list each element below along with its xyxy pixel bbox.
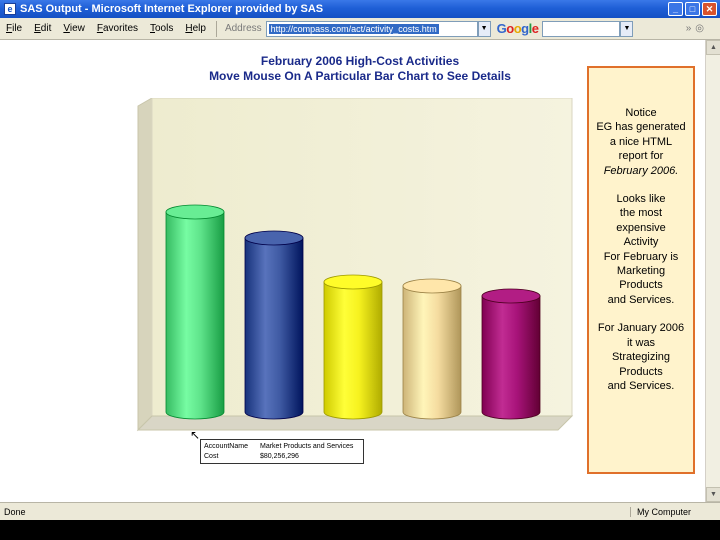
menu-help[interactable]: Help (179, 23, 212, 34)
tooltip-row: Cost $80,256,296 (204, 453, 299, 460)
menu-view[interactable]: View (57, 23, 91, 34)
bar-body (165, 211, 225, 420)
menu-bar: File Edit View Favorites Tools Help Addr… (0, 18, 720, 40)
bar-top (402, 278, 462, 294)
note-paragraph-2: Looks like the most expensive Activity F… (603, 193, 679, 306)
page-content: February 2006 High-Cost Activities Move … (0, 40, 705, 502)
menu-favorites[interactable]: Favorites (91, 23, 144, 34)
bar-3[interactable] (323, 274, 383, 420)
scroll-down-icon[interactable]: ▼ (706, 487, 720, 502)
menu-tools[interactable]: Tools (144, 23, 179, 34)
bar-body (323, 281, 383, 420)
google-logo[interactable]: Google (497, 21, 539, 36)
note-paragraph-1: Notice EG has generated a nice HTML repo… (596, 107, 686, 177)
vertical-scrollbar[interactable]: ▲ ▼ (705, 40, 720, 502)
status-bar: Done My Computer (0, 502, 720, 520)
bar-2[interactable] (244, 230, 304, 420)
bar-body (402, 285, 462, 420)
address-label: Address (224, 23, 262, 34)
chart-left-wall (137, 98, 153, 432)
minimize-button[interactable]: _ (668, 2, 683, 16)
go-icon[interactable]: » (686, 23, 692, 34)
ie-app-icon: e (4, 3, 16, 15)
search-input[interactable] (542, 20, 621, 37)
chart-title: February 2006 High-Cost Activities (260, 54, 460, 68)
bar-top (481, 288, 541, 304)
bar-body (244, 237, 304, 420)
address-field[interactable]: http://compass.com/act/activity_costs.ht… (265, 20, 478, 37)
bar-top (244, 230, 304, 246)
address-url[interactable]: http://compass.com/act/activity_costs.ht… (268, 23, 439, 34)
close-button[interactable]: ✕ (702, 2, 717, 16)
address-dropdown-icon[interactable]: ▼ (477, 20, 491, 37)
status-text: Done (4, 506, 26, 517)
scroll-up-icon[interactable]: ▲ (706, 40, 720, 55)
bar-5[interactable] (481, 288, 541, 420)
mouse-cursor-icon: ↖ (190, 428, 201, 442)
bar-tooltip: AccountName Market Products and Services… (200, 439, 364, 464)
window-title: SAS Output - Microsoft Internet Explorer… (20, 3, 324, 15)
annotation-note: Notice EG has generated a nice HTML repo… (587, 66, 695, 474)
bar-top (323, 274, 383, 290)
screen-bottom (0, 520, 720, 540)
bar-chart (136, 98, 574, 432)
bar-body (481, 295, 541, 420)
note-paragraph-3: For January 2006 it was Strategizing Pro… (597, 322, 685, 392)
toolbar-icons: » ◎ (686, 23, 704, 34)
bar-4[interactable] (402, 278, 462, 420)
chart-subtitle: Move Mouse On A Particular Bar Chart to … (209, 69, 511, 83)
security-zone: My Computer (630, 506, 720, 517)
window-controls: _ □ ✕ (668, 2, 717, 16)
menu-file[interactable]: File (0, 23, 28, 34)
bar-1[interactable] (165, 204, 225, 420)
menu-separator (215, 20, 217, 37)
tooltip-row: AccountName Market Products and Services (204, 443, 354, 450)
maximize-button[interactable]: □ (685, 2, 700, 16)
bar-top (165, 204, 225, 220)
menu-edit[interactable]: Edit (28, 23, 57, 34)
search-dropdown-icon[interactable]: ▼ (620, 20, 634, 37)
title-bar: e SAS Output - Microsoft Internet Explor… (0, 0, 720, 18)
settings-icon[interactable]: ◎ (695, 23, 704, 34)
